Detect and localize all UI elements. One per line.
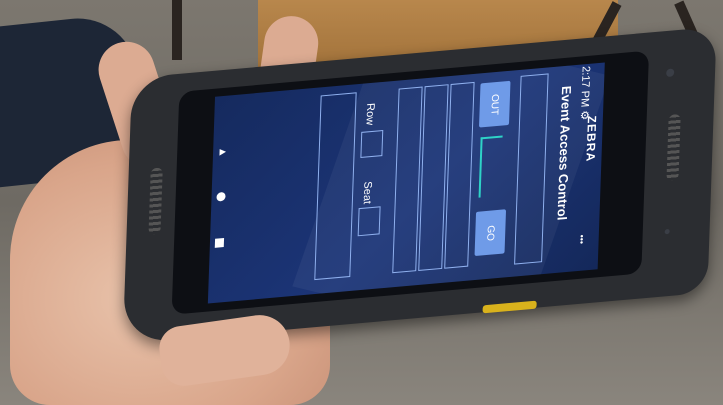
chair-leg (172, 0, 182, 60)
zebra-handheld-device: ▲ Row Seat OUT GO 2:17 PM ⚙ Event Access… (122, 26, 717, 344)
go-button[interactable]: GO (474, 209, 507, 257)
photo-scene: ▲ Row Seat OUT GO 2:17 PM ⚙ Event Access… (0, 0, 723, 405)
event-access-app: ▲ Row Seat OUT GO 2:17 PM ⚙ Event Access… (208, 62, 605, 303)
scan-result-field[interactable] (514, 73, 549, 265)
text-cursor (478, 137, 483, 198)
status-dots: ••• (576, 234, 587, 245)
device-screen: ▲ Row Seat OUT GO 2:17 PM ⚙ Event Access… (207, 62, 605, 304)
screen-bezel: ▲ Row Seat OUT GO 2:17 PM ⚙ Event Access… (171, 50, 650, 315)
speaker-grille (148, 167, 163, 235)
row-label: Row (363, 102, 377, 126)
row-input[interactable] (360, 129, 384, 158)
camera-sensor (666, 68, 675, 78)
light-sensor (664, 228, 670, 235)
info-field[interactable] (418, 84, 449, 271)
home-circle-icon[interactable] (216, 191, 226, 202)
seat-input[interactable] (357, 206, 381, 237)
text-cursor (480, 135, 503, 140)
brand-logo: ZEBRA (583, 115, 599, 163)
out-button[interactable]: OUT (478, 80, 511, 128)
info-field[interactable] (444, 81, 475, 269)
ticket-field[interactable] (314, 92, 357, 281)
seat-label: Seat (360, 180, 374, 205)
app-title: Event Access Control (554, 85, 575, 221)
speaker-grille (666, 113, 681, 182)
info-field[interactable] (392, 86, 423, 274)
status-time: 2:17 PM ⚙ (577, 65, 592, 121)
back-triangle-icon[interactable]: ▲ (216, 146, 228, 158)
recents-square-icon[interactable] (214, 238, 225, 248)
